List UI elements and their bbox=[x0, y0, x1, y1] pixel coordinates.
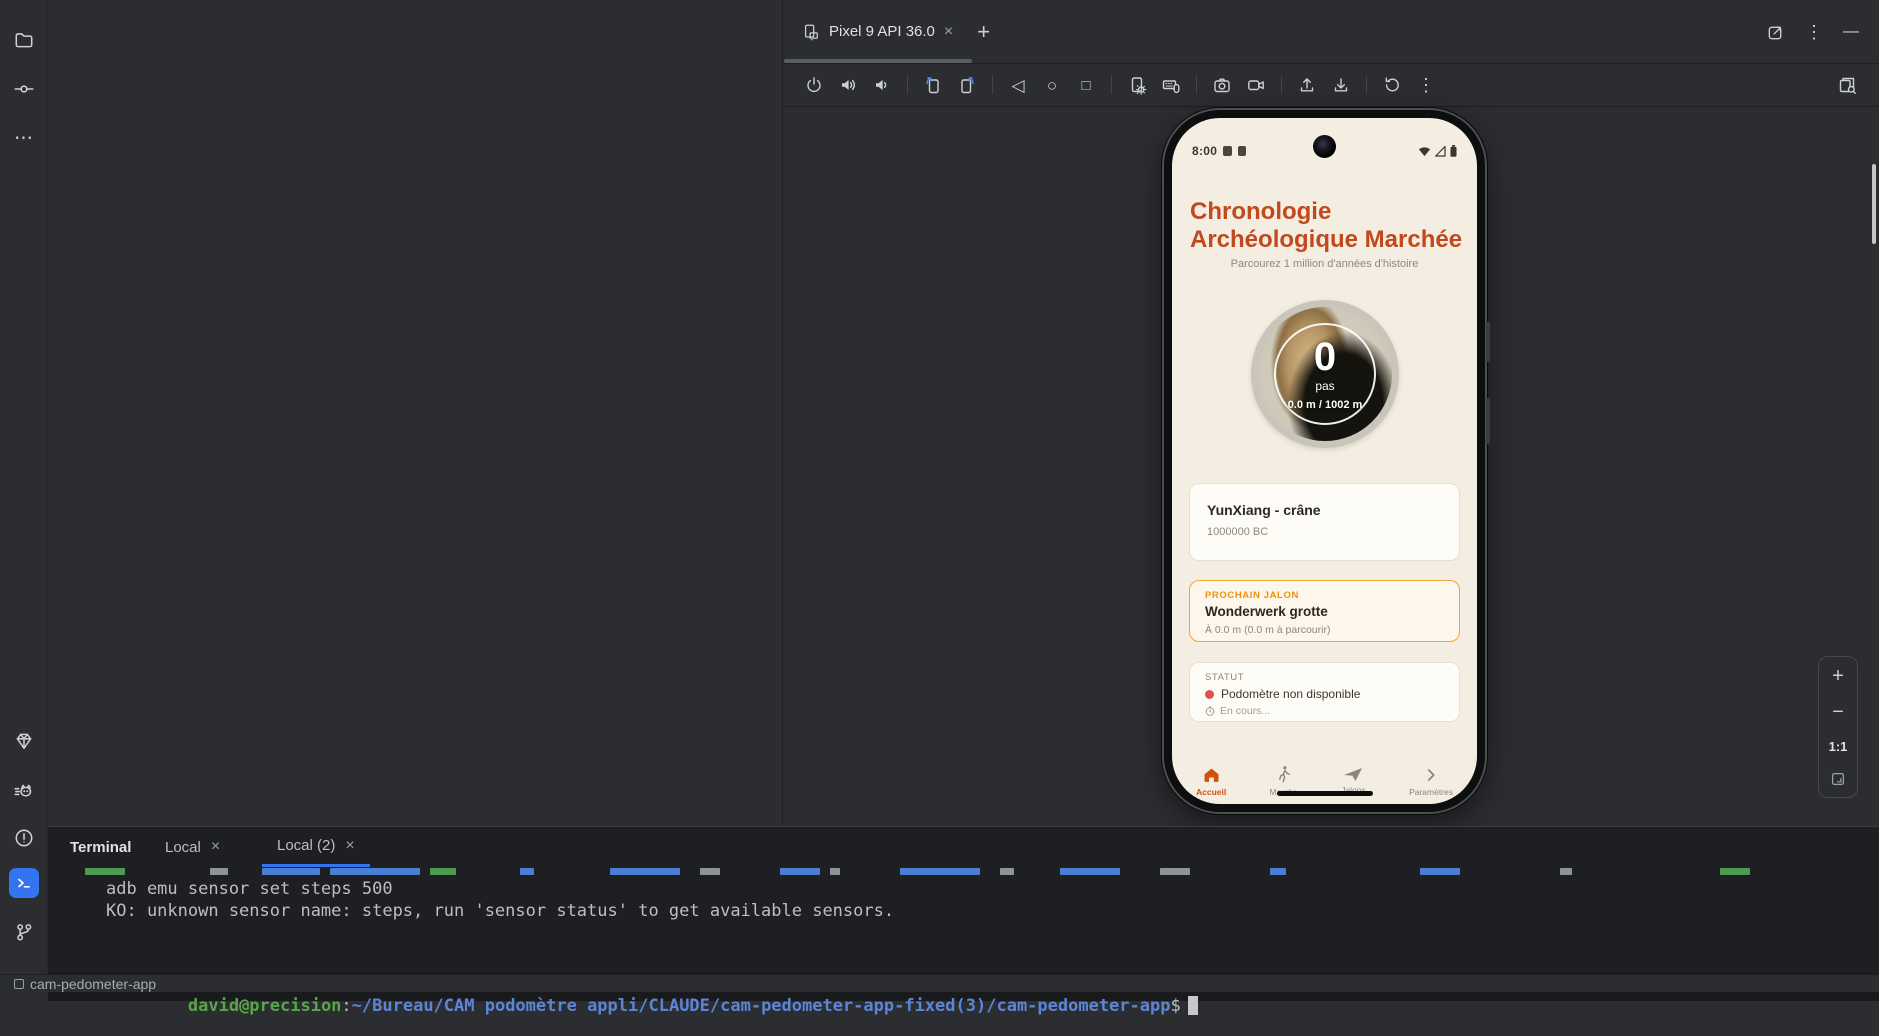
viewport-scrollbar[interactable] bbox=[1872, 164, 1876, 244]
terminal-tab-local-2[interactable]: Local (2) × bbox=[262, 827, 370, 867]
status-message: Podomètre non disponible bbox=[1221, 687, 1361, 701]
project-name[interactable]: cam-pedometer-app bbox=[30, 976, 156, 992]
prompt-user: david@precision bbox=[187, 996, 342, 1016]
artifact-photo: 0 pas 0.0 m / 1002 m bbox=[1258, 307, 1392, 441]
project-panel bbox=[48, 0, 783, 826]
volume-down-button[interactable] bbox=[868, 71, 896, 99]
distance-progress: 0.0 m / 1002 m bbox=[1287, 399, 1363, 411]
artifact-card[interactable]: YunXiang - crâne 1000000 BC bbox=[1189, 483, 1460, 561]
record-screen-button[interactable] bbox=[1242, 71, 1270, 99]
zoom-in-button[interactable]: + bbox=[1832, 666, 1844, 686]
android-home-button[interactable]: ○ bbox=[1038, 71, 1066, 99]
prompt-path: ~/Bureau/CAM podomètre appli/CLAUDE/cam-… bbox=[351, 996, 1171, 1016]
emulator-tab-row: Pixel 9 API 36.0 × + ⋮ — bbox=[784, 0, 1879, 64]
app-subtitle: Parcourez 1 million d'années d'histoire bbox=[1230, 258, 1419, 270]
more-tool-windows-icon[interactable]: ⋯ bbox=[9, 123, 39, 153]
walking-icon bbox=[1278, 766, 1290, 783]
rotate-right-button[interactable] bbox=[953, 71, 981, 99]
artifact-period: 1000000 BC bbox=[1207, 526, 1269, 538]
problems-icon[interactable] bbox=[9, 823, 39, 853]
emulator-toolbar: ◁ ○ □ ⋮ bbox=[784, 64, 1879, 107]
terminal-line: adb emu sensor set steps 500 bbox=[106, 879, 393, 899]
nav-home[interactable]: Accueil bbox=[1196, 762, 1226, 804]
battery-icon bbox=[1450, 145, 1457, 157]
home-icon bbox=[1204, 768, 1219, 782]
screenshot-button[interactable] bbox=[1208, 71, 1236, 99]
fit-screen-icon[interactable] bbox=[1829, 770, 1847, 788]
terminal-cursor bbox=[1187, 996, 1198, 1015]
send-icon bbox=[1344, 768, 1363, 781]
gems-icon[interactable] bbox=[9, 726, 39, 756]
hide-panel-icon[interactable]: — bbox=[1843, 24, 1859, 40]
phone-screen: 8:00 Chronologie Archéologique Marchée P… bbox=[1172, 118, 1477, 804]
tool-window-sidebar: ⋯ bbox=[0, 0, 48, 974]
milestone-name: Wonderwerk grotte bbox=[1205, 604, 1328, 619]
zoom-actual-button[interactable]: 1:1 bbox=[1829, 739, 1848, 754]
step-progress-ring: 0 pas 0.0 m / 1002 m bbox=[1251, 300, 1399, 448]
terminal-panel-title[interactable]: Terminal bbox=[70, 827, 131, 867]
close-tab-icon[interactable]: × bbox=[345, 837, 354, 855]
project-folder-icon[interactable] bbox=[9, 25, 39, 55]
close-tab-icon[interactable]: × bbox=[944, 23, 953, 41]
bottom-navigation: Accueil Marche Jalons Paramètres bbox=[1172, 762, 1477, 804]
step-count: 0 bbox=[1313, 335, 1337, 379]
nav-walk[interactable]: Marche bbox=[1270, 762, 1298, 804]
terminal-line: KO: unknown sensor name: steps, run 'sen… bbox=[106, 901, 895, 921]
volume-up-button[interactable] bbox=[834, 71, 862, 99]
power-button[interactable] bbox=[800, 71, 828, 99]
nav-milestones[interactable]: Jalons bbox=[1341, 762, 1366, 804]
notification-icon bbox=[1238, 146, 1247, 156]
tab-scrollbar[interactable] bbox=[784, 59, 972, 63]
emulator-tab-label: Pixel 9 API 36.0 bbox=[829, 23, 935, 40]
status-label: STATUT bbox=[1205, 672, 1245, 683]
terminal-icon[interactable] bbox=[8, 868, 39, 898]
device-settings-button[interactable] bbox=[1123, 71, 1151, 99]
milestone-label: PROCHAIN JALON bbox=[1205, 590, 1299, 601]
project-status-icon bbox=[14, 978, 24, 989]
open-in-window-icon[interactable] bbox=[1766, 23, 1785, 42]
chevron-right-icon bbox=[1427, 769, 1435, 781]
camera-punch-hole bbox=[1313, 135, 1336, 158]
phone-volume-button bbox=[1486, 322, 1490, 362]
zoom-controls: + − 1:1 bbox=[1818, 656, 1858, 798]
error-dot-icon bbox=[1205, 689, 1214, 699]
milestone-card[interactable]: PROCHAIN JALON Wonderwerk grotte À 0.0 m… bbox=[1189, 580, 1460, 642]
notification-icon bbox=[1223, 146, 1233, 156]
ide-status-bar: cam-pedometer-app bbox=[0, 974, 1879, 992]
upload-button[interactable] bbox=[1293, 71, 1321, 99]
milestone-detail: À 0.0 m (0.0 m à parcourir) bbox=[1205, 624, 1331, 636]
step-unit: pas bbox=[1315, 379, 1335, 393]
commit-icon[interactable] bbox=[9, 74, 39, 104]
rotate-left-button[interactable] bbox=[919, 71, 947, 99]
snapshot-reset-button[interactable] bbox=[1378, 71, 1406, 99]
git-branch-icon[interactable] bbox=[9, 917, 39, 947]
cellular-icon bbox=[1435, 145, 1446, 157]
zoom-out-button[interactable]: − bbox=[1832, 702, 1844, 722]
terminal-tab-bar: Terminal Local × Local (2) × bbox=[48, 827, 1879, 867]
terminal-panel: Terminal Local × Local (2) × adb emu sen… bbox=[48, 826, 1879, 1016]
emulator-device-tab[interactable]: Pixel 9 API 36.0 × bbox=[784, 0, 967, 63]
artifact-title: YunXiang - crâne bbox=[1207, 502, 1321, 518]
panel-options-icon[interactable]: ⋮ bbox=[1805, 23, 1823, 41]
nav-settings[interactable]: Paramètres bbox=[1409, 762, 1453, 804]
gesture-navigation-bar[interactable] bbox=[1277, 791, 1373, 796]
download-button[interactable] bbox=[1327, 71, 1355, 99]
pending-clock-icon bbox=[1205, 706, 1215, 716]
app-title: Chronologie Archéologique Marchée bbox=[1190, 198, 1463, 253]
phone-clock: 8:00 bbox=[1192, 144, 1218, 158]
terminal-tab-local[interactable]: Local × bbox=[165, 827, 220, 867]
status-sub: En cours... bbox=[1220, 705, 1271, 717]
close-tab-icon[interactable]: × bbox=[211, 838, 220, 856]
android-back-button[interactable]: ◁ bbox=[1004, 71, 1032, 99]
new-tab-button[interactable]: + bbox=[977, 19, 990, 45]
phone-power-button bbox=[1486, 398, 1490, 444]
device-tab-icon bbox=[804, 24, 818, 40]
logcat-icon[interactable] bbox=[9, 777, 39, 807]
status-card[interactable]: STATUT Podomètre non disponible En cours… bbox=[1189, 662, 1460, 722]
toolbar-more-icon[interactable]: ⋮ bbox=[1412, 71, 1440, 99]
hardware-input-button[interactable] bbox=[1157, 71, 1185, 99]
device-mirroring-icon[interactable] bbox=[1833, 71, 1861, 99]
android-overview-button[interactable]: □ bbox=[1072, 71, 1100, 99]
wifi-icon bbox=[1418, 146, 1431, 156]
